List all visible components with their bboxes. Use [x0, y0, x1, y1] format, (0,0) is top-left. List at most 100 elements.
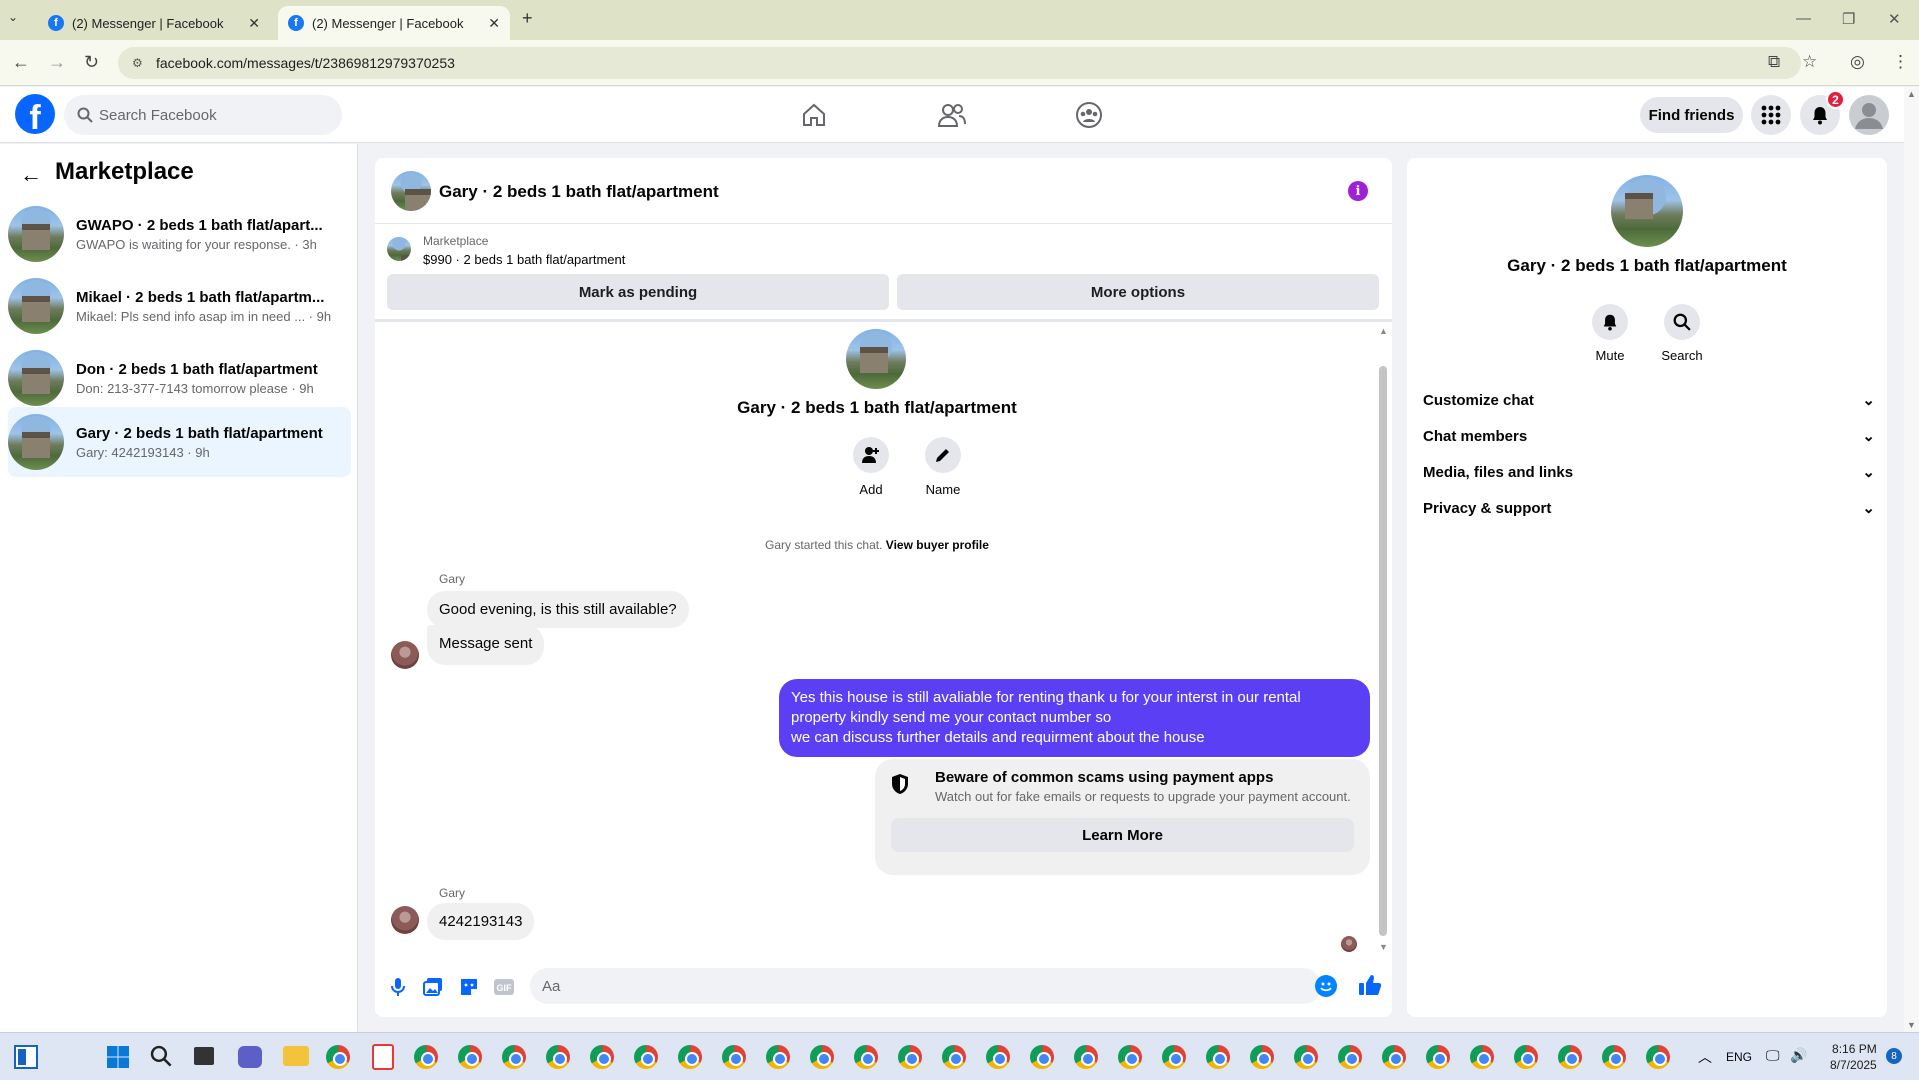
chrome-app-icon[interactable]: [458, 1045, 482, 1069]
chat-scrollbar[interactable]: [1379, 366, 1387, 936]
gary-avatar[interactable]: [391, 906, 419, 934]
facebook-logo[interactable]: f: [15, 94, 55, 134]
chrome-app-icon[interactable]: [326, 1045, 350, 1069]
restore-icon[interactable]: ❐: [1842, 10, 1855, 28]
conversation-item-don[interactable]: Don · 2 beds 1 bath flat/apartment Don: …: [8, 343, 351, 413]
network-icon[interactable]: 🖵: [1766, 1047, 1780, 1064]
search-in-chat-button[interactable]: Search: [1652, 304, 1712, 363]
more-options-button[interactable]: More options: [897, 274, 1379, 310]
back-icon[interactable]: ←: [12, 53, 30, 71]
tab-search-icon[interactable]: ⌄: [8, 10, 18, 24]
thumbs-up-icon[interactable]: [1358, 973, 1382, 997]
windows-start-icon[interactable]: [106, 1045, 130, 1069]
privacy-support-section[interactable]: Privacy & support ⌄: [1423, 490, 1875, 526]
conversation-item-mikael[interactable]: Mikael · 2 beds 1 bath flat/apartm... Mi…: [8, 271, 351, 341]
chrome-app-icon[interactable]: [1602, 1045, 1626, 1069]
account-avatar[interactable]: [1849, 95, 1889, 135]
chat-title[interactable]: Gary · 2 beds 1 bath flat/apartment: [439, 182, 719, 202]
sticker-icon[interactable]: [458, 976, 480, 998]
chrome-app-icon[interactable]: [1470, 1045, 1494, 1069]
notification-center-icon[interactable]: 8: [1886, 1048, 1902, 1064]
chrome-app-icon[interactable]: [986, 1045, 1010, 1069]
scroll-up-icon[interactable]: ▲: [1907, 89, 1916, 99]
chrome-app-icon[interactable]: [590, 1045, 614, 1069]
minimize-icon[interactable]: —: [1796, 10, 1811, 27]
scroll-down-icon[interactable]: ▼: [1379, 942, 1388, 952]
gif-icon[interactable]: GIF: [493, 976, 515, 998]
incoming-message[interactable]: Good evening, is this still available?: [427, 591, 689, 628]
home-icon[interactable]: [794, 97, 834, 133]
chat-avatar[interactable]: [391, 171, 431, 211]
browser-menu-icon[interactable]: ⋮: [1892, 52, 1909, 72]
snipping-tool-icon[interactable]: [372, 1044, 394, 1070]
reload-icon[interactable]: ↻: [84, 53, 99, 71]
chrome-app-icon[interactable]: [898, 1045, 922, 1069]
incoming-message[interactable]: 4242193143: [427, 903, 535, 940]
find-friends-button[interactable]: Find friends: [1640, 97, 1743, 133]
chrome-app-icon[interactable]: [1206, 1045, 1230, 1069]
chrome-app-icon[interactable]: [722, 1045, 746, 1069]
install-app-icon[interactable]: ⧉: [1768, 52, 1780, 72]
chrome-app-icon[interactable]: [546, 1045, 570, 1069]
chrome-app-icon[interactable]: [414, 1045, 438, 1069]
chrome-app-icon[interactable]: [810, 1045, 834, 1069]
new-tab-icon[interactable]: +: [522, 8, 533, 29]
profile-icon[interactable]: ◎: [1850, 52, 1865, 72]
teams-icon[interactable]: [238, 1046, 262, 1068]
taskbar-search-icon[interactable]: [150, 1045, 172, 1067]
chrome-app-icon[interactable]: [634, 1045, 658, 1069]
edit-name-button[interactable]: Name: [913, 437, 973, 497]
chrome-app-icon[interactable]: [1250, 1045, 1274, 1069]
chrome-app-icon[interactable]: [678, 1045, 702, 1069]
close-tab-icon[interactable]: ✕: [248, 15, 260, 32]
chrome-app-icon[interactable]: [1030, 1045, 1054, 1069]
outgoing-message[interactable]: Yes this house is still avaliable for re…: [779, 679, 1370, 757]
menu-grid-icon[interactable]: [1751, 95, 1791, 135]
facebook-search[interactable]: Search Facebook: [64, 95, 342, 135]
forward-icon[interactable]: →: [48, 53, 66, 71]
chrome-app-icon[interactable]: [1074, 1045, 1098, 1069]
volume-icon[interactable]: 🔊: [1790, 1047, 1807, 1064]
media-files-links-section[interactable]: Media, files and links ⌄: [1423, 454, 1875, 490]
scroll-up-icon[interactable]: ▲: [1379, 326, 1388, 336]
incoming-message[interactable]: Message sent: [427, 625, 545, 665]
gary-avatar[interactable]: [391, 641, 419, 669]
chrome-app-icon[interactable]: [1514, 1045, 1538, 1069]
chrome-app-icon[interactable]: [1382, 1045, 1406, 1069]
back-arrow-icon[interactable]: ←: [20, 162, 42, 188]
message-input[interactable]: [530, 968, 1321, 1004]
details-avatar[interactable]: [1611, 175, 1683, 247]
conversation-item-gary-active[interactable]: Gary · 2 beds 1 bath flat/apartment Gary…: [8, 407, 351, 477]
address-bar[interactable]: ⚙ facebook.com/messages/t/23869812979370…: [118, 47, 1801, 79]
listing-thumbnail[interactable]: [387, 237, 411, 261]
chrome-app-icon[interactable]: [1118, 1045, 1142, 1069]
chat-profile-avatar[interactable]: [846, 329, 906, 389]
file-explorer-icon[interactable]: [283, 1046, 309, 1066]
chrome-app-icon[interactable]: [1338, 1045, 1362, 1069]
chrome-app-icon[interactable]: [766, 1045, 790, 1069]
language-indicator[interactable]: ENG: [1726, 1050, 1752, 1064]
chrome-app-icon[interactable]: [1646, 1045, 1670, 1069]
close-window-icon[interactable]: ✕: [1888, 10, 1901, 28]
chrome-app-icon[interactable]: [1426, 1045, 1450, 1069]
system-tray-chevron-icon[interactable]: ︿: [1698, 1047, 1712, 1067]
page-scrollbar[interactable]: ▲ ▼: [1904, 87, 1919, 1032]
chrome-app-icon[interactable]: [1162, 1045, 1186, 1069]
chrome-app-icon[interactable]: [854, 1045, 878, 1069]
photo-icon[interactable]: [422, 976, 444, 998]
bookmark-star-icon[interactable]: ☆: [1802, 52, 1817, 72]
scroll-down-icon[interactable]: ▼: [1907, 1020, 1916, 1030]
friends-icon[interactable]: [932, 97, 972, 133]
chrome-app-icon[interactable]: [1294, 1045, 1318, 1069]
microphone-icon[interactable]: [387, 976, 409, 998]
taskbar-clock[interactable]: 8:16 PM 8/7/2025: [1830, 1041, 1877, 1073]
view-buyer-profile-link[interactable]: View buyer profile: [886, 538, 989, 552]
chrome-app-icon[interactable]: [942, 1045, 966, 1069]
site-info-icon[interactable]: ⚙: [132, 56, 143, 70]
learn-more-button[interactable]: Learn More: [891, 818, 1354, 852]
task-view-icon[interactable]: [194, 1047, 214, 1065]
chrome-app-icon[interactable]: [502, 1045, 526, 1069]
listing-price[interactable]: $990 · 2 beds 1 bath flat/apartment: [423, 252, 625, 267]
browser-tab-2-active[interactable]: f (2) Messenger | Facebook ✕: [278, 6, 510, 40]
conversation-item-gwapo[interactable]: GWAPO · 2 beds 1 bath flat/apart... GWAP…: [8, 199, 351, 269]
